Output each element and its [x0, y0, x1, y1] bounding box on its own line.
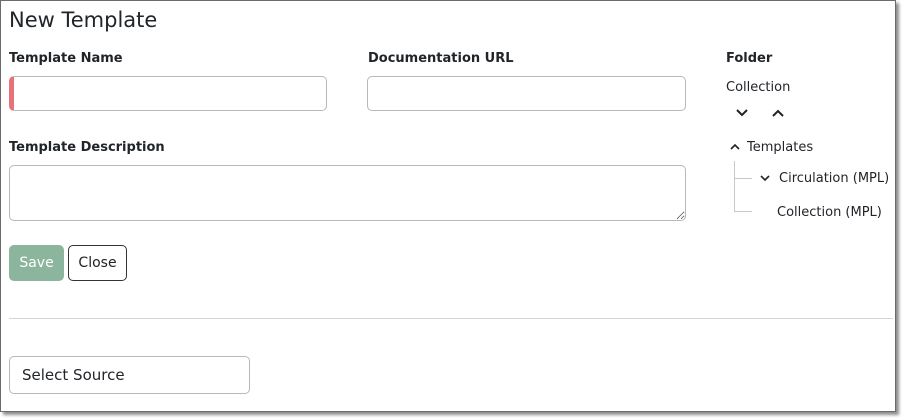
documentation-url-input[interactable] [367, 76, 686, 111]
template-description-textarea[interactable] [9, 165, 686, 221]
documentation-url-label: Documentation URL [368, 51, 514, 66]
select-source-dropdown[interactable]: Select Source [9, 356, 250, 394]
selected-folder: Collection [726, 80, 791, 95]
template-name-input[interactable] [9, 76, 327, 111]
chevron-up-icon[interactable] [771, 107, 785, 119]
tree-item-circulation[interactable]: Circulation (MPL) [779, 171, 889, 186]
tree-item-templates[interactable]: Templates [747, 140, 813, 155]
folder-label: Folder [726, 51, 773, 66]
tree-connector [734, 178, 752, 179]
page-title: New Template [9, 8, 158, 32]
template-description-label: Template Description [9, 140, 165, 155]
chevron-up-icon[interactable] [729, 142, 741, 152]
template-name-label: Template Name [9, 51, 123, 66]
close-button[interactable]: Close [68, 245, 127, 281]
select-source-label: Select Source [22, 366, 125, 384]
tree-item-collection[interactable]: Collection (MPL) [777, 205, 882, 220]
new-template-dialog: New Template Template Name Documentation… [0, 0, 896, 412]
chevron-down-icon[interactable] [735, 107, 749, 119]
save-button[interactable]: Save [9, 245, 64, 281]
chevron-down-icon[interactable] [759, 173, 771, 183]
tree-connector [734, 161, 735, 211]
section-divider [9, 318, 893, 319]
tree-connector [734, 211, 752, 212]
